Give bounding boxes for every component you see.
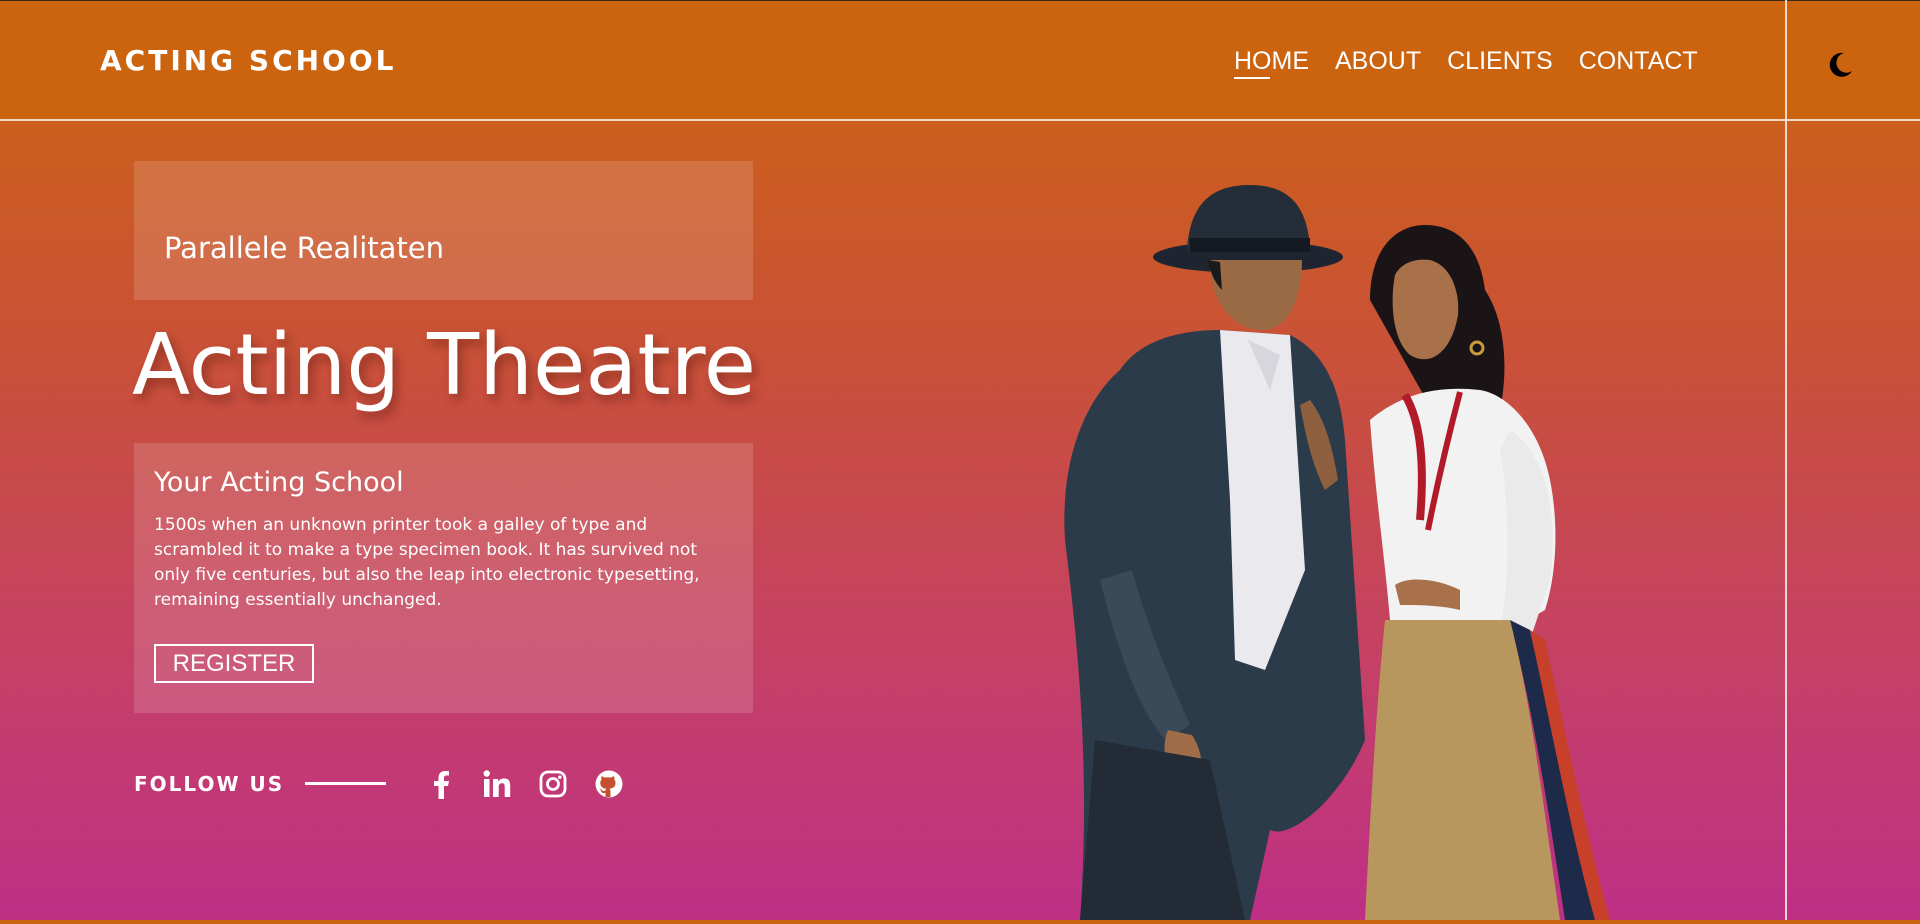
hero-subtitle: Parallele Realitaten xyxy=(164,231,445,265)
nav-home[interactable]: HOME xyxy=(1234,47,1309,79)
nav-clients[interactable]: CLIENTS xyxy=(1447,47,1553,76)
linkedin-icon[interactable] xyxy=(480,767,514,801)
vertical-divider xyxy=(1785,0,1787,920)
github-icon[interactable] xyxy=(592,767,626,801)
social-links xyxy=(424,767,626,801)
facebook-icon[interactable] xyxy=(424,767,458,801)
card-heading: Your Acting School xyxy=(154,467,404,498)
nav-contact[interactable]: CONTACT xyxy=(1579,47,1698,76)
header-divider xyxy=(0,119,1920,121)
hero-title: Acting Theatre xyxy=(132,316,757,415)
register-button[interactable]: REGISTER xyxy=(154,644,314,683)
moon-icon[interactable] xyxy=(1825,50,1855,80)
nav-about[interactable]: ABOUT xyxy=(1335,47,1421,76)
subtitle-box: Parallele Realitaten xyxy=(134,161,753,300)
site-logo[interactable]: ACTING SCHOOL xyxy=(100,44,397,77)
follow-divider xyxy=(305,782,386,785)
main-nav: HOME ABOUT CLIENTS CONTACT xyxy=(1234,47,1698,79)
instagram-icon[interactable] xyxy=(536,767,570,801)
follow-label: FOLLOW US xyxy=(134,772,285,796)
card-description: 1500s when an unknown printer took a gal… xyxy=(154,515,700,610)
info-card: Your Acting School 1500s when an unknown… xyxy=(134,443,753,713)
hero-photo-couple xyxy=(1040,180,1680,920)
